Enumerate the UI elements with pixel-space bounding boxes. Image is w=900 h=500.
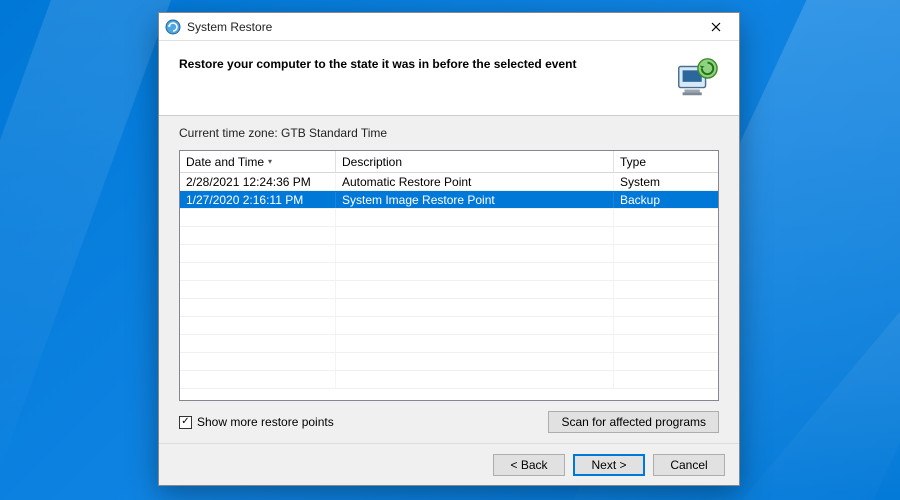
checkbox-mark-icon: ✓	[179, 416, 192, 429]
cell-desc: System Image Restore Point	[336, 192, 614, 208]
restore-points-table: Date and Time ▾ Description Type 2/28/20…	[179, 150, 719, 401]
table-row[interactable]: 2/28/2021 12:24:36 PM Automatic Restore …	[180, 173, 718, 191]
back-button[interactable]: < Back	[493, 454, 565, 476]
column-type[interactable]: Type	[614, 151, 718, 172]
empty-row	[180, 317, 718, 335]
wizard-footer: < Back Next > Cancel	[159, 443, 739, 485]
system-restore-icon	[165, 19, 181, 35]
close-button[interactable]	[699, 16, 733, 38]
show-more-checkbox[interactable]: ✓ Show more restore points	[179, 415, 334, 429]
window-title: System Restore	[187, 20, 699, 34]
system-restore-dialog: System Restore Restore your computer to …	[158, 12, 740, 486]
empty-row	[180, 335, 718, 353]
column-date-time[interactable]: Date and Time ▾	[180, 151, 336, 172]
empty-row	[180, 209, 718, 227]
timezone-prefix: Current time zone:	[179, 126, 281, 140]
empty-row	[180, 281, 718, 299]
table-header: Date and Time ▾ Description Type	[180, 151, 718, 173]
empty-row	[180, 371, 718, 389]
column-type-label: Type	[620, 155, 646, 169]
scan-affected-button[interactable]: Scan for affected programs	[548, 411, 719, 433]
empty-row	[180, 263, 718, 281]
table-row[interactable]: 1/27/2020 2:16:11 PM System Image Restor…	[180, 191, 718, 209]
cell-date: 1/27/2020 2:16:11 PM	[180, 192, 336, 208]
sort-descending-icon: ▾	[268, 157, 272, 166]
cell-desc: Automatic Restore Point	[336, 174, 614, 190]
titlebar: System Restore	[159, 13, 739, 41]
column-desc-label: Description	[342, 155, 402, 169]
empty-row	[180, 299, 718, 317]
cell-date: 2/28/2021 12:24:36 PM	[180, 174, 336, 190]
page-heading: Restore your computer to the state it wa…	[179, 55, 661, 71]
cell-type: Backup	[614, 192, 718, 208]
checkbox-label: Show more restore points	[197, 415, 334, 429]
restore-header-icon	[673, 55, 719, 101]
column-date-label: Date and Time	[186, 155, 264, 169]
timezone-value: GTB Standard Time	[281, 126, 387, 140]
below-table-row: ✓ Show more restore points Scan for affe…	[179, 411, 719, 433]
empty-row	[180, 353, 718, 371]
empty-row	[180, 227, 718, 245]
table-body: 2/28/2021 12:24:36 PM Automatic Restore …	[180, 173, 718, 400]
timezone-label: Current time zone: GTB Standard Time	[179, 126, 719, 140]
dialog-header: Restore your computer to the state it wa…	[159, 41, 739, 111]
empty-row	[180, 245, 718, 263]
cell-type: System	[614, 174, 718, 190]
content-area: Current time zone: GTB Standard Time Dat…	[159, 116, 739, 443]
next-button[interactable]: Next >	[573, 454, 645, 476]
column-description[interactable]: Description	[336, 151, 614, 172]
cancel-button[interactable]: Cancel	[653, 454, 725, 476]
